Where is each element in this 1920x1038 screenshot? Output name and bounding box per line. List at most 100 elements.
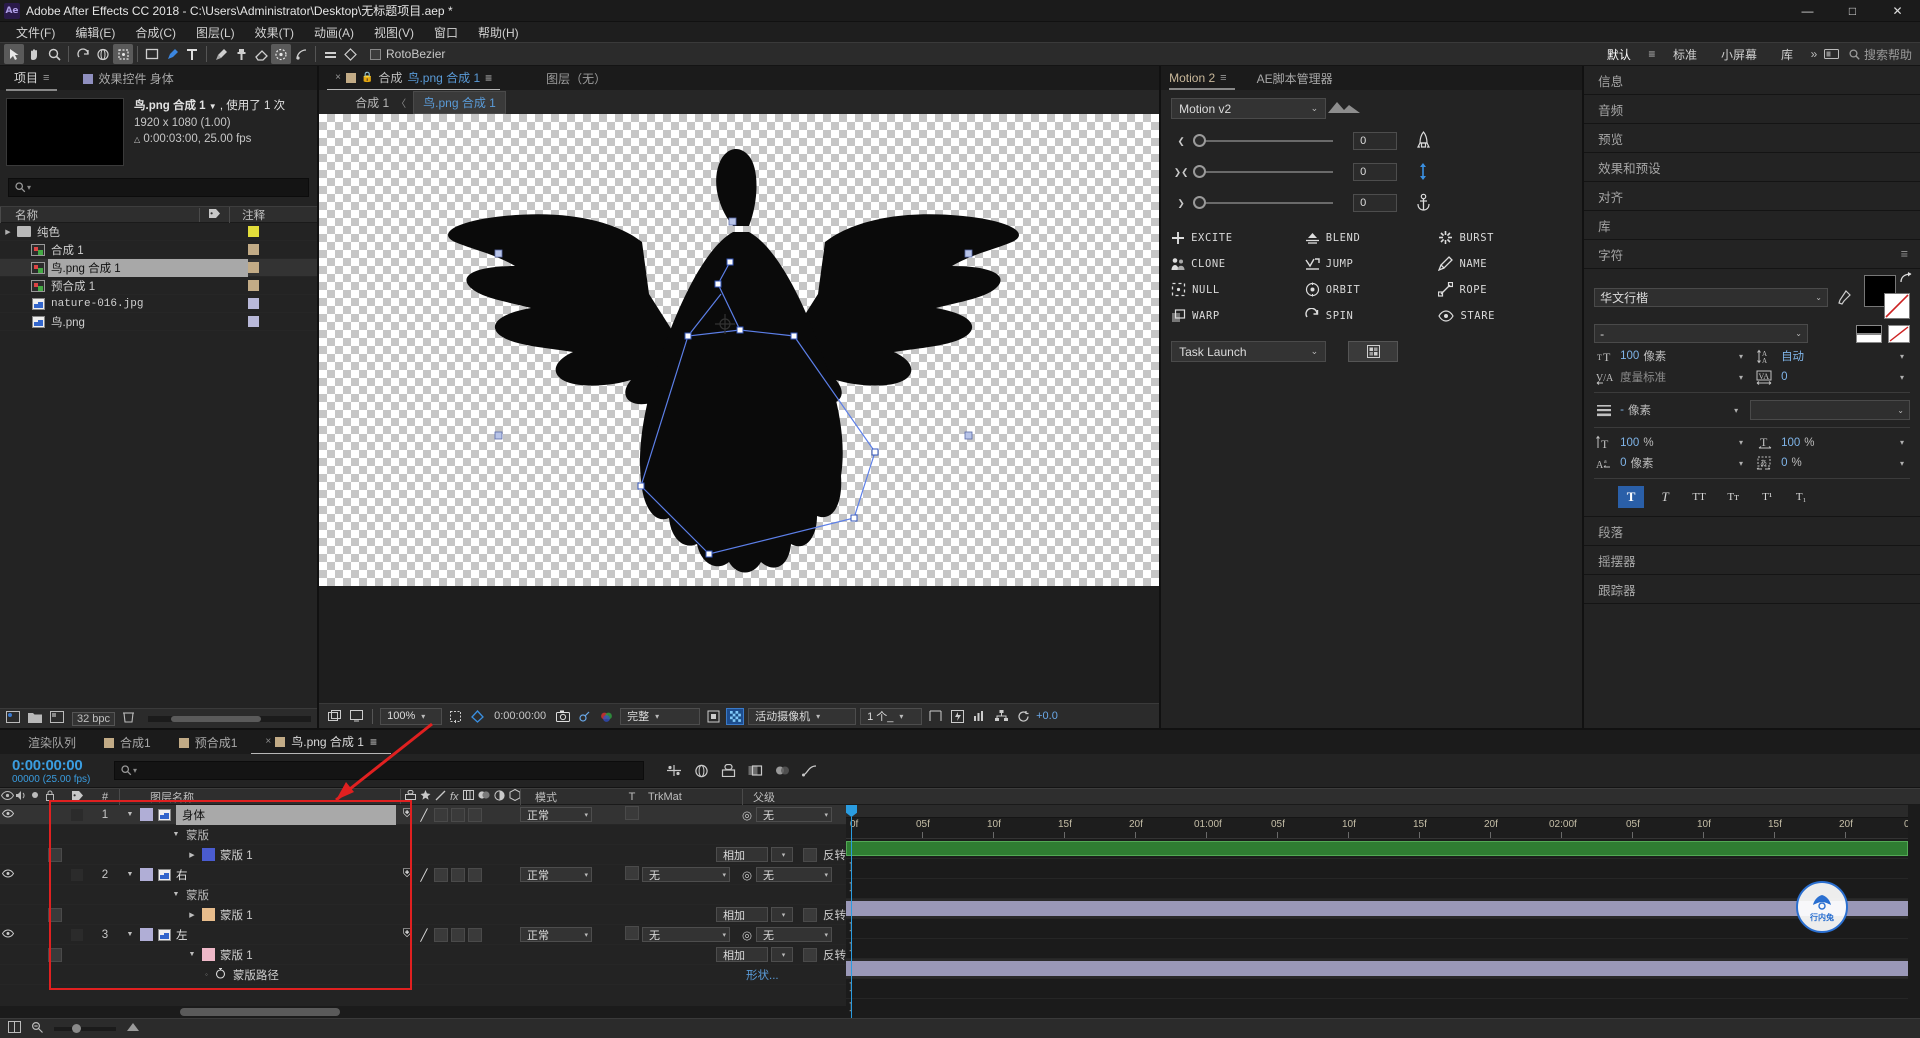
parent-pickwhip-icon[interactable]: ◎ — [742, 808, 752, 822]
horizontal-scale-field[interactable]: T 100 % ▾ — [1755, 435, 1910, 450]
adjustment-layer-icon[interactable] — [494, 790, 505, 804]
frameblend-toggle[interactable] — [451, 868, 465, 882]
panel-menu-icon[interactable]: ≡ — [485, 71, 492, 85]
style-superscript-button[interactable]: T¹ — [1754, 486, 1780, 508]
twirl-icon[interactable]: ▼ — [125, 871, 135, 878]
menu-item-file[interactable]: 文件(F) — [6, 22, 65, 43]
selection-tool-icon[interactable] — [4, 44, 24, 64]
fill-stroke-defaults[interactable] — [1856, 325, 1882, 343]
label-color-swatch[interactable] — [248, 226, 259, 237]
menu-item-window[interactable]: 窗口 — [424, 22, 468, 43]
tab-effect-controls[interactable]: 效果控件 身体 — [75, 66, 181, 90]
panel-align[interactable]: 对齐 — [1584, 182, 1920, 211]
project-list-item[interactable]: nature-016.jpg — [0, 295, 317, 313]
style-small-caps-button[interactable]: Tт — [1720, 486, 1746, 508]
resolution-select[interactable]: 完整 ▾ — [620, 708, 700, 725]
mask-mode-dropdown[interactable]: ▾ — [771, 907, 793, 922]
mask-mode-dropdown[interactable]: ▾ — [771, 947, 793, 962]
mask-inverted-checkbox[interactable] — [803, 948, 817, 962]
mask-rect-tool-icon[interactable] — [142, 44, 162, 64]
timeline-vertical-scrollbar[interactable] — [1908, 805, 1920, 1018]
zoom-tool-icon[interactable] — [44, 44, 64, 64]
chevron-down-icon[interactable]: ▾ — [1739, 352, 1743, 361]
tab-ae-script-manager[interactable]: AE脚本管理器 — [1249, 66, 1341, 90]
mask-inverted-checkbox[interactable] — [803, 908, 817, 922]
parent-select[interactable]: 无 ▾ — [756, 807, 832, 822]
slider-knob[interactable] — [1193, 165, 1206, 178]
tab-project[interactable]: 项目 ≡ — [6, 65, 57, 91]
graph-editor-icon[interactable] — [802, 764, 817, 777]
chevron-down-icon[interactable]: ▾ — [1900, 438, 1904, 447]
menu-item-composition[interactable]: 合成(C) — [125, 22, 186, 43]
chevron-down-icon[interactable]: ▾ — [1739, 459, 1743, 468]
rotobezier-option[interactable]: RotoBezier — [370, 47, 445, 61]
label-color-swatch[interactable] — [248, 280, 259, 291]
column-mode[interactable]: 模式 — [520, 789, 622, 805]
masks-group-row[interactable]: ▼ 蒙版 — [0, 825, 846, 845]
chevron-down-icon[interactable]: ▾ — [1739, 373, 1743, 382]
mask-row[interactable]: ▶ 蒙版 1 相加 ▾ 反转 — [0, 845, 846, 865]
button-warp[interactable]: WARP — [1171, 308, 1305, 323]
pixel-aspect-icon[interactable] — [926, 708, 944, 725]
slider-value-3[interactable]: 0 — [1353, 194, 1397, 212]
label-color-swatch[interactable] — [248, 262, 259, 273]
menu-item-view[interactable]: 视图(V) — [364, 22, 424, 43]
chevron-down-icon[interactable]: ▾ — [1900, 352, 1904, 361]
button-rope[interactable]: ROPE — [1438, 282, 1572, 297]
comp-flowchart-icon[interactable] — [992, 708, 1010, 725]
layer-row[interactable]: 1 ▼ 身体 ⛨ ╱ — [0, 805, 846, 825]
video-toggle-icon[interactable] — [0, 929, 15, 941]
eyedropper-icon[interactable] — [1834, 290, 1854, 305]
new-comp-icon[interactable] — [6, 711, 20, 726]
column-label-icon[interactable] — [63, 790, 91, 804]
mask-mode-select[interactable]: 相加 — [716, 847, 768, 862]
preserve-transparency-toggle[interactable] — [625, 926, 639, 940]
panel-menu-icon[interactable]: ≡ — [1220, 72, 1226, 84]
three-d-layer-icon[interactable] — [509, 789, 521, 804]
motionblur-toggle[interactable] — [468, 928, 482, 942]
layer-color-swatch[interactable] — [140, 808, 153, 821]
property-row[interactable]: ◦ 蒙版路径 形状... — [0, 965, 846, 985]
breadcrumb-current[interactable]: 鸟.png 合成 1 — [413, 91, 506, 114]
label-color-swatch[interactable] — [248, 244, 259, 255]
panel-preview[interactable]: 预览 — [1584, 124, 1920, 153]
layer-name[interactable]: 左 — [176, 927, 188, 943]
column-solo-icon[interactable] — [30, 790, 45, 803]
time-ruler[interactable]: 0f 05f 10f 15f 20f 01:00f 05f 10f 15f 20… — [846, 818, 1908, 839]
tab-composition-active[interactable]: × 🔒 合成 鸟.png 合成 1 ≡ — [327, 65, 500, 91]
label-color-swatch[interactable] — [248, 316, 259, 327]
property-value[interactable]: 形状... — [744, 967, 846, 983]
layer-name[interactable]: 身体 — [176, 805, 396, 825]
layer-duration-bar[interactable] — [846, 961, 1908, 976]
chevron-down-icon[interactable]: ▾ — [1900, 459, 1904, 468]
panel-paragraph[interactable]: 段落 — [1584, 517, 1920, 546]
timeline-search-input[interactable]: ▾ — [114, 761, 644, 780]
menu-item-animation[interactable]: 动画(A) — [304, 22, 364, 43]
style-faux-bold-button[interactable]: T — [1618, 486, 1644, 508]
stroke-style-select[interactable]: ⌄ — [1750, 400, 1910, 420]
button-jump[interactable]: JUMP — [1305, 256, 1439, 271]
stroke-width-field[interactable]: - 像素 ▾ — [1594, 402, 1744, 418]
tab-comp1[interactable]: 合成1 — [90, 730, 165, 754]
vertical-scale-field[interactable]: T 100 % ▾ — [1594, 435, 1749, 450]
twirl-icon[interactable]: ▼ — [187, 951, 197, 958]
shy-toggle-icon[interactable]: ⛨ — [400, 868, 414, 881]
quality-toggle-icon[interactable]: ╱ — [417, 928, 431, 942]
masks-group-row[interactable]: ▼ 蒙版 — [0, 885, 846, 905]
layer-duration-bar[interactable] — [846, 841, 1908, 856]
task-run-button[interactable] — [1348, 341, 1398, 362]
video-toggle-icon[interactable] — [0, 809, 15, 821]
workspace-standard[interactable]: 标准 — [1661, 43, 1709, 66]
panel-libraries[interactable]: 库 — [1584, 211, 1920, 240]
workspace-library[interactable]: 库 — [1769, 43, 1805, 66]
stopwatch-icon[interactable] — [215, 967, 226, 982]
twirl-icon[interactable]: ▼ — [171, 831, 181, 838]
quality-toggle-icon[interactable]: ╱ — [417, 808, 431, 822]
panel-effects-presets[interactable]: 效果和预设 — [1584, 153, 1920, 182]
mask-color-swatch[interactable] — [202, 908, 215, 921]
column-tag[interactable] — [199, 208, 229, 222]
button-excite[interactable]: EXCITE — [1171, 230, 1305, 245]
column-video-icon[interactable] — [0, 791, 15, 803]
shape-diamond-tool-icon[interactable] — [340, 44, 360, 64]
slider-ease-out[interactable] — [1199, 202, 1333, 204]
